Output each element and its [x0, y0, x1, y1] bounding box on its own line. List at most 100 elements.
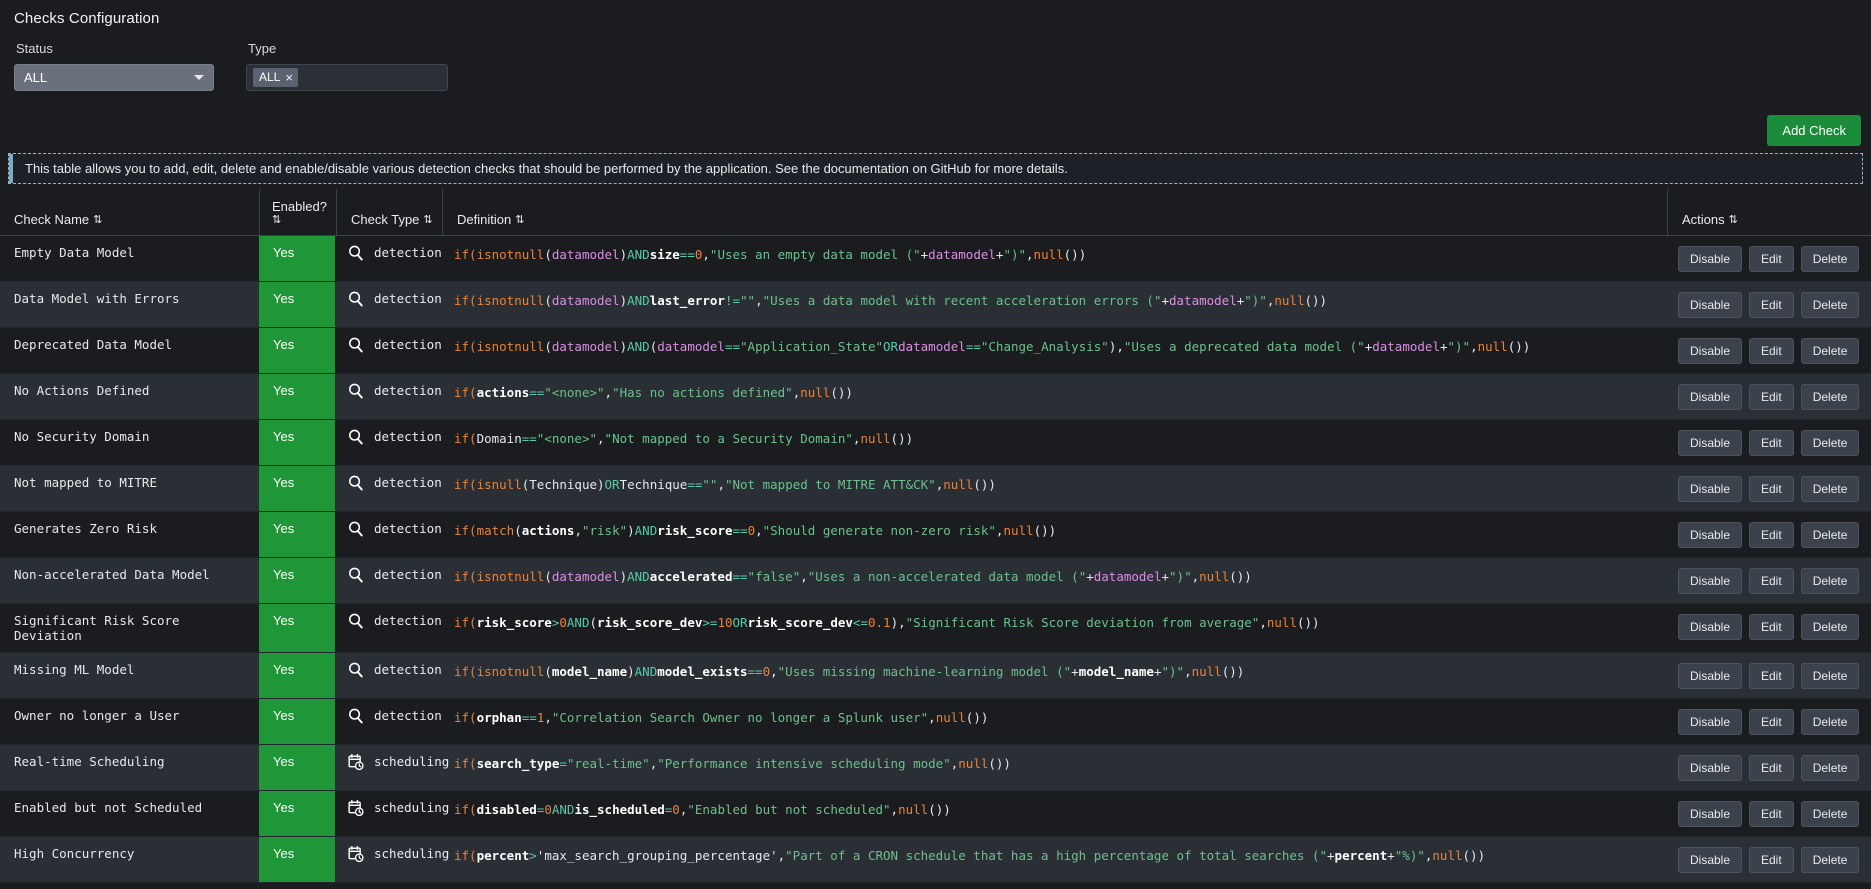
- column-header-enabled-label: Enabled?: [272, 199, 327, 214]
- cell-actions: Disable Edit Delete: [1668, 374, 1871, 419]
- check-type-label: detection: [374, 475, 442, 490]
- cell-check-type: detection: [335, 236, 442, 281]
- disable-button[interactable]: Disable: [1678, 292, 1742, 318]
- edit-button[interactable]: Edit: [1749, 246, 1794, 272]
- magnifier-icon: [349, 475, 363, 491]
- close-icon[interactable]: ×: [285, 71, 293, 84]
- edit-button[interactable]: Edit: [1749, 384, 1794, 410]
- delete-button[interactable]: Delete: [1800, 476, 1860, 502]
- edit-button[interactable]: Edit: [1749, 801, 1794, 827]
- disable-button[interactable]: Disable: [1678, 246, 1742, 272]
- cell-enabled: Yes: [259, 236, 335, 281]
- cell-enabled: Yes: [259, 791, 335, 836]
- type-chip-all[interactable]: ALL ×: [253, 68, 298, 87]
- magnifier-icon: [349, 337, 363, 353]
- delete-button[interactable]: Delete: [1800, 709, 1860, 735]
- disable-button[interactable]: Disable: [1678, 522, 1742, 548]
- column-header-check-type[interactable]: Check Type ⇅: [337, 189, 442, 235]
- type-filter-label: Type: [248, 41, 277, 56]
- disable-button[interactable]: Disable: [1678, 847, 1742, 873]
- disable-button[interactable]: Disable: [1678, 614, 1742, 640]
- table-row: Data Model with Errors Yes detection if(isn…: [0, 282, 1871, 328]
- sort-icon[interactable]: ⇅: [515, 215, 524, 226]
- edit-button[interactable]: Edit: [1749, 338, 1794, 364]
- cell-check-name: Non-accelerated Data Model: [14, 567, 210, 582]
- edit-button[interactable]: Edit: [1749, 568, 1794, 594]
- check-type-label: detection: [374, 708, 442, 723]
- table-row: No Security Domain Yes detection if(Domain …: [0, 420, 1871, 466]
- edit-button[interactable]: Edit: [1749, 755, 1794, 781]
- delete-button[interactable]: Delete: [1800, 755, 1860, 781]
- delete-button[interactable]: Delete: [1800, 801, 1860, 827]
- disable-button[interactable]: Disable: [1678, 568, 1742, 594]
- edit-button[interactable]: Edit: [1749, 847, 1794, 873]
- add-check-button[interactable]: Add Check: [1767, 115, 1861, 146]
- cell-definition: if(orphan == 1, "Correlation Search Owne…: [454, 710, 989, 725]
- check-type-label: scheduling: [374, 800, 450, 815]
- cell-check-type: detection: [335, 466, 442, 511]
- status-select[interactable]: ALL: [14, 64, 214, 91]
- disable-button[interactable]: Disable: [1678, 663, 1742, 689]
- cell-actions: Disable Edit Delete: [1668, 328, 1871, 373]
- cell-check-name: Empty Data Model: [14, 245, 135, 260]
- delete-button[interactable]: Delete: [1800, 338, 1860, 364]
- disable-button[interactable]: Disable: [1678, 709, 1742, 735]
- edit-button[interactable]: Edit: [1749, 522, 1794, 548]
- edit-button[interactable]: Edit: [1749, 663, 1794, 689]
- sort-icon[interactable]: ⇅: [1729, 215, 1738, 226]
- edit-button[interactable]: Edit: [1749, 292, 1794, 318]
- filter-bar: Status ALL Type ALL ×: [0, 27, 1871, 91]
- cell-definition: if(search_type = "real-time", "Performan…: [454, 756, 1011, 771]
- sort-icon[interactable]: ⇅: [423, 215, 432, 226]
- edit-button[interactable]: Edit: [1749, 430, 1794, 456]
- check-type-label: scheduling: [374, 846, 450, 861]
- disable-button[interactable]: Disable: [1678, 801, 1742, 827]
- delete-button[interactable]: Delete: [1800, 430, 1860, 456]
- disable-button[interactable]: Disable: [1678, 476, 1742, 502]
- edit-button[interactable]: Edit: [1749, 476, 1794, 502]
- calendar-clock-icon: [348, 799, 364, 817]
- check-type-label: detection: [374, 291, 442, 306]
- delete-button[interactable]: Delete: [1800, 847, 1860, 873]
- cell-definition: if(disabled = 0 AND is_scheduled = 0, "Ena…: [454, 802, 951, 817]
- cell-actions: Disable Edit Delete: [1668, 604, 1871, 652]
- banner-text: This table allows you to add, edit, dele…: [25, 161, 1068, 176]
- column-header-check-name[interactable]: Check Name ⇅: [0, 189, 259, 235]
- delete-button[interactable]: Delete: [1800, 614, 1860, 640]
- cell-check-name: Owner no longer a User: [14, 708, 180, 723]
- cell-check-type: scheduling: [335, 837, 449, 882]
- cell-check-type: detection: [335, 512, 442, 557]
- disable-button[interactable]: Disable: [1678, 755, 1742, 781]
- delete-button[interactable]: Delete: [1800, 292, 1860, 318]
- cell-actions: Disable Edit Delete: [1668, 699, 1871, 744]
- cell-definition: if(percent > 'max_search_grouping_percen…: [454, 848, 1486, 863]
- disable-button[interactable]: Disable: [1678, 430, 1742, 456]
- cell-actions: Disable Edit Delete: [1668, 512, 1871, 557]
- delete-button[interactable]: Delete: [1800, 568, 1860, 594]
- page-title: Checks Configuration: [14, 10, 160, 27]
- delete-button[interactable]: Delete: [1800, 663, 1860, 689]
- cell-enabled: Yes: [259, 558, 335, 603]
- disable-button[interactable]: Disable: [1678, 338, 1742, 364]
- disable-button[interactable]: Disable: [1678, 384, 1742, 410]
- sort-icon[interactable]: ⇅: [93, 215, 102, 226]
- delete-button[interactable]: Delete: [1800, 522, 1860, 548]
- delete-button[interactable]: Delete: [1800, 384, 1860, 410]
- sort-icon[interactable]: ⇅: [272, 215, 281, 226]
- edit-button[interactable]: Edit: [1749, 614, 1794, 640]
- column-header-definition[interactable]: Definition ⇅: [443, 189, 1667, 235]
- type-filter-group: Type ALL ×: [246, 41, 448, 91]
- column-header-actions-label: Actions: [1682, 212, 1725, 227]
- column-header-actions[interactable]: Actions ⇅: [1668, 189, 1871, 235]
- cell-definition: if(Domain == "<none>", "Not mapped to a …: [454, 431, 914, 446]
- column-header-enabled[interactable]: Enabled? ⇅: [260, 189, 336, 235]
- edit-button[interactable]: Edit: [1749, 709, 1794, 735]
- type-multiselect[interactable]: ALL ×: [246, 64, 448, 91]
- cell-enabled: Yes: [259, 512, 335, 557]
- cell-check-name: Generates Zero Risk: [14, 521, 157, 536]
- cell-check-name: Not mapped to MITRE: [14, 475, 157, 490]
- cell-check-type: detection: [335, 604, 442, 652]
- delete-button[interactable]: Delete: [1800, 246, 1860, 272]
- cell-actions: Disable Edit Delete: [1668, 236, 1871, 281]
- cell-check-type: detection: [335, 699, 442, 744]
